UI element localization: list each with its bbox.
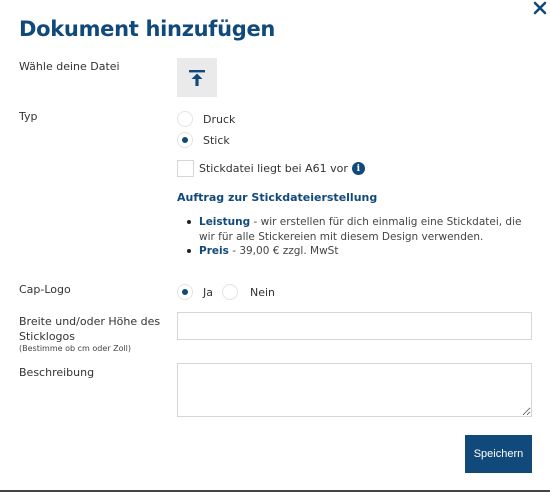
close-icon[interactable] xyxy=(533,1,547,15)
upload-icon xyxy=(189,69,205,86)
save-button[interactable]: Speichern xyxy=(465,435,532,473)
radio-stick-label: Stick xyxy=(203,133,230,147)
description-label: Beschreibung xyxy=(19,366,95,379)
order-item-price: Preis - 39,00 € zzgl. MwSt xyxy=(185,244,535,259)
radio-ja-circle[interactable] xyxy=(177,284,193,300)
radio-druck-circle[interactable] xyxy=(177,111,193,127)
size-hint: (Bestimme ob cm oder Zoll) xyxy=(19,344,132,353)
radio-ja[interactable]: Ja xyxy=(177,284,213,300)
stick-file-label: Stickdatei liegt bei A61 vor xyxy=(199,162,348,175)
order-item-price-text: - 39,00 € zzgl. MwSt xyxy=(228,245,339,257)
info-icon[interactable]: i xyxy=(351,162,365,175)
stick-file-checkbox-row[interactable]: Stickdatei liegt bei A61 vor i xyxy=(177,160,365,177)
description-textarea[interactable] xyxy=(177,363,532,417)
order-item-service: Leistung - wir erstellen für dich einmal… xyxy=(185,215,535,244)
radio-druck[interactable]: Druck xyxy=(177,111,235,127)
order-list: Leistung - wir erstellen für dich einmal… xyxy=(185,215,535,259)
order-item-service-term: Leistung xyxy=(199,216,251,228)
radio-nein-circle[interactable] xyxy=(222,284,238,300)
dialog-title: Dokument hinzufügen xyxy=(19,17,276,41)
file-label: Wähle deine Datei xyxy=(19,60,120,73)
order-title: Auftrag zur Stickdateierstellung xyxy=(177,191,378,204)
size-label: Breite und/oder Höhe des Sticklogos xyxy=(19,315,161,343)
radio-stick-circle[interactable] xyxy=(177,132,193,148)
radio-druck-label: Druck xyxy=(203,112,236,126)
order-item-price-term: Preis xyxy=(199,245,229,257)
stick-file-checkbox[interactable] xyxy=(177,160,194,177)
cap-logo-label: Cap-Logo xyxy=(19,283,71,296)
add-document-dialog: Dokument hinzufügen Wähle deine Datei Ty… xyxy=(0,0,550,492)
type-label: Typ xyxy=(19,110,38,123)
radio-ja-label: Ja xyxy=(203,285,213,299)
upload-button[interactable] xyxy=(177,58,217,97)
radio-stick[interactable]: Stick xyxy=(177,132,230,148)
size-input[interactable] xyxy=(177,312,532,340)
radio-nein[interactable]: Nein xyxy=(222,284,275,300)
radio-nein-label: Nein xyxy=(250,285,276,299)
